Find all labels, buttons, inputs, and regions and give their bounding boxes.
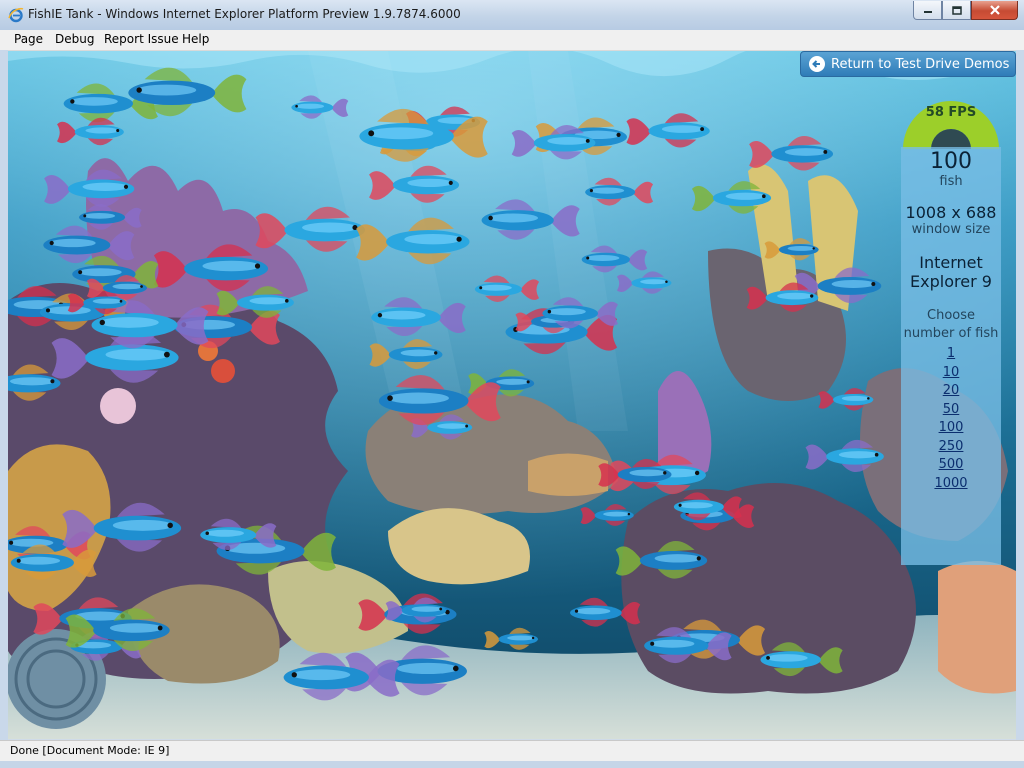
fish — [616, 271, 672, 294]
close-button[interactable] — [971, 1, 1018, 20]
fish — [291, 95, 349, 119]
fish — [580, 503, 634, 526]
browser-name-line2: Explorer 9 — [910, 272, 992, 291]
fish-count-option-20[interactable]: 20 — [901, 382, 1001, 401]
fps-panel: 58 FPS 100 fish 1008 x 688 window size I… — [901, 91, 1001, 565]
fish-count-option-10[interactable]: 10 — [901, 364, 1001, 383]
fish — [818, 387, 874, 411]
ie-logo-icon — [8, 7, 24, 23]
fish — [805, 439, 884, 473]
menu-bar: Page Debug Report Issue Help — [0, 30, 1024, 51]
window-border-left — [0, 50, 8, 740]
minimize-icon — [923, 11, 932, 13]
minimize-button[interactable] — [913, 1, 942, 20]
window-title: FishIE Tank - Windows Internet Explorer … — [28, 7, 461, 21]
fish — [484, 627, 539, 650]
fps-counter: 58 FPS — [925, 105, 977, 120]
fish — [481, 199, 580, 240]
status-text: Done [Document Mode: IE 9] — [10, 744, 170, 757]
fish — [371, 297, 466, 337]
fish-count-option-50[interactable]: 50 — [901, 401, 1001, 420]
fish — [691, 181, 772, 214]
fish-count: 100 — [930, 149, 972, 174]
fish — [369, 165, 460, 203]
fish — [57, 117, 124, 146]
fish-count-option-1[interactable]: 1 — [901, 345, 1001, 364]
fish — [626, 113, 710, 148]
fish — [62, 502, 182, 552]
return-to-test-drive-button[interactable]: Return to Test Drive Demos — [800, 51, 1016, 77]
browser-name-line1: Internet — [919, 253, 983, 272]
fish — [283, 652, 400, 701]
fish — [8, 364, 61, 401]
menu-report-issue[interactable]: Report Issue — [104, 32, 179, 46]
fish — [79, 203, 142, 230]
fish — [44, 169, 135, 207]
page-viewport[interactable]: Return to Test Drive Demos 58 FPS 100 fi… — [8, 51, 1016, 739]
choose-fish-label: Choose number of fish — [903, 308, 999, 341]
fish-count-label: fish — [939, 174, 963, 189]
fish — [760, 642, 843, 677]
fish-layer — [8, 67, 884, 701]
maximize-button[interactable] — [942, 1, 971, 20]
fish — [581, 245, 648, 273]
status-bar: Done [Document Mode: IE 9] — [0, 740, 1024, 761]
title-bar[interactable]: FishIE Tank - Windows Internet Explorer … — [0, 0, 1024, 31]
menu-debug[interactable]: Debug — [55, 32, 94, 46]
fish-count-option-100[interactable]: 100 — [901, 419, 1001, 438]
fish — [153, 244, 269, 292]
fish — [345, 645, 467, 696]
window-border-right — [1016, 50, 1024, 740]
window-controls — [913, 1, 1018, 20]
back-arrow-icon — [809, 56, 825, 72]
fish — [615, 540, 708, 579]
fish — [369, 339, 443, 370]
fish — [585, 177, 654, 206]
fish — [356, 217, 470, 265]
fish-count-option-1000[interactable]: 1000 — [901, 475, 1001, 494]
fps-gauge — [903, 101, 999, 149]
fish — [43, 225, 135, 264]
fish — [764, 238, 819, 261]
maximize-icon — [951, 5, 962, 15]
fish-count-option-250[interactable]: 250 — [901, 438, 1001, 457]
return-button-label: Return to Test Drive Demos — [831, 56, 1010, 72]
menu-page[interactable]: Page — [14, 32, 43, 46]
window-border-bottom — [0, 761, 1024, 768]
menu-help[interactable]: Help — [182, 32, 209, 46]
fish-count-option-500[interactable]: 500 — [901, 456, 1001, 475]
window-size-label: window size — [911, 222, 991, 237]
fish — [749, 136, 834, 171]
fish — [474, 275, 540, 302]
fish-count-options: 1 10 20 50 100 250 500 1000 — [901, 345, 1001, 493]
fish — [255, 206, 366, 252]
fish — [570, 597, 641, 627]
fish-info-box: 100 fish 1008 x 688 window size Internet… — [901, 147, 1001, 565]
window-size-value: 1008 x 688 — [905, 203, 997, 222]
close-icon — [989, 5, 1000, 15]
